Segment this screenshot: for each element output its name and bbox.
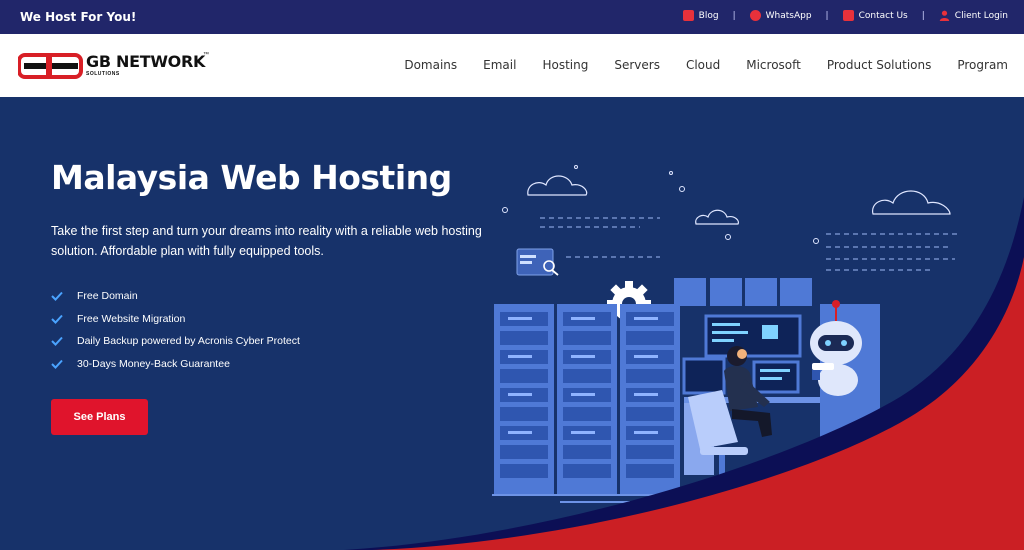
client-login-label: Client Login [954,10,1008,21]
hero-title: Malaysia Web Hosting [51,158,452,197]
whatsapp-label: WhatsApp [765,10,812,21]
client-login-link[interactable]: Client Login [939,10,1008,21]
logo-mark-icon [18,53,83,79]
see-plans-button[interactable]: See Plans [51,399,148,435]
check-icon [51,359,63,369]
whatsapp-icon [749,10,761,21]
feature-item: Daily Backup powered by Acronis Cyber Pr… [51,330,300,353]
blog-label: Blog [698,10,719,21]
hero-description: Take the first step and turn your dreams… [51,224,482,258]
top-bar: We Host For You! Blog | WhatsApp | Conta… [0,0,1024,34]
clouds-icon [527,175,951,225]
whatsapp-link[interactable]: WhatsApp [749,10,812,21]
main-nav: Domains Email Hosting Servers Cloud Micr… [404,58,1008,72]
feature-item: 30-Days Money-Back Guarantee [51,353,300,376]
contact-label: Contact Us [858,10,908,21]
main-navbar: GB NETWORK ™ SOLUTIONS Domains Email Hos… [0,34,1024,97]
feature-item: Free Domain [51,285,300,308]
nav-item-microsoft[interactable]: Microsoft [746,58,801,72]
blog-icon [682,10,694,21]
feature-list: Free Domain Free Website Migration Daily… [51,285,300,375]
mail-icon [842,10,854,21]
server-racks-icon [494,304,680,494]
separator: | [825,10,829,21]
logo-tm: ™ [203,52,209,58]
blog-link[interactable]: Blog [682,10,719,21]
check-icon [51,292,63,302]
browser-search-icon [516,248,559,276]
nav-item-cloud[interactable]: Cloud [686,58,720,72]
contact-link[interactable]: Contact Us [842,10,908,21]
nav-item-product-solutions[interactable]: Product Solutions [827,58,932,72]
separator: | [921,10,925,21]
check-icon [51,314,63,324]
nav-item-email[interactable]: Email [483,58,516,72]
logo-sub: SOLUTIONS [86,71,120,77]
user-icon [939,10,949,21]
logo-name: GB NETWORK [86,52,206,71]
feature-label: Free Domain [77,290,138,303]
nav-item-program[interactable]: Program [957,58,1008,72]
feature-label: 30-Days Money-Back Guarantee [77,357,230,370]
feature-label: Daily Backup powered by Acronis Cyber Pr… [77,335,300,348]
logo[interactable]: GB NETWORK ™ SOLUTIONS [18,52,218,82]
top-links: Blog | WhatsApp | Contact Us | Client Lo… [682,10,1008,21]
check-icon [51,337,63,347]
feature-label: Free Website Migration [77,312,186,325]
hero-section: Malaysia Web Hosting Take the first step… [0,97,1024,550]
feature-item: Free Website Migration [51,308,300,331]
separator: | [732,10,736,21]
nav-item-servers[interactable]: Servers [614,58,660,72]
nav-item-hosting[interactable]: Hosting [542,58,588,72]
nav-item-domains[interactable]: Domains [404,58,457,72]
tagline: We Host For You! [20,10,137,24]
